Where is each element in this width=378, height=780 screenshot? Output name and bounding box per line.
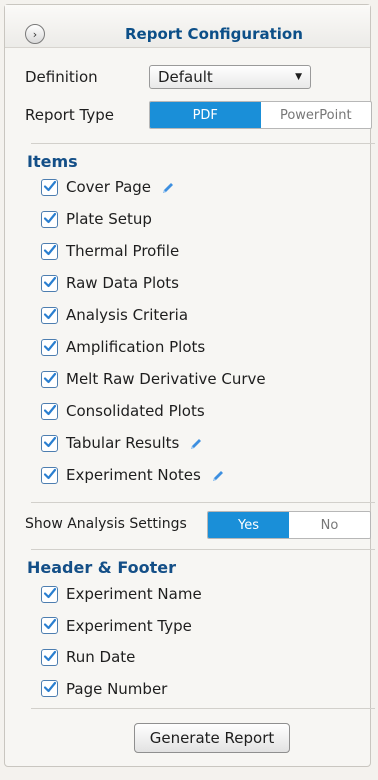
panel-header: › Report Configuration [5,5,370,48]
checklist-item[interactable]: Run Date [41,645,135,669]
checklist-item[interactable]: Thermal Profile [41,239,179,263]
check-icon [43,242,57,261]
check-icon [43,616,57,635]
panel-title: Report Configuration [125,25,303,43]
check-icon [43,178,57,197]
analysis-settings-toggle: Yes No [207,511,371,539]
checkbox[interactable] [41,680,58,697]
checklist-item[interactable]: Consolidated Plots [41,399,205,423]
divider [31,502,375,503]
checklist-item[interactable]: Raw Data Plots [41,271,179,295]
checkbox[interactable] [41,242,58,261]
pencil-icon[interactable] [189,436,203,450]
definition-label: Definition [25,68,98,86]
pencil-icon[interactable] [161,180,175,194]
checkbox[interactable] [41,210,58,229]
definition-select[interactable]: Default ▼ [149,65,311,89]
divider [31,549,375,550]
checklist-item-label: Tabular Results [66,434,180,452]
pencil-icon[interactable] [211,468,225,482]
checkbox[interactable] [41,402,58,421]
checkbox[interactable] [41,338,58,357]
checklist-item[interactable]: Melt Raw Derivative Curve [41,367,266,391]
checkbox[interactable] [41,585,58,604]
check-icon [43,370,57,389]
check-icon [43,466,57,485]
report-type-pdf-option[interactable]: PDF [150,102,261,128]
definition-value: Default [158,68,213,86]
checklist-item[interactable]: Page Number [41,677,167,701]
checklist-item[interactable]: Experiment Name [41,582,202,606]
items-heading: Items [27,152,78,171]
generate-report-button[interactable]: Generate Report [134,723,290,753]
checkbox[interactable] [41,617,58,634]
checklist-item[interactable]: Analysis Criteria [41,303,188,327]
chevron-down-icon: ▼ [295,72,302,82]
collapse-glyph: › [32,27,38,41]
check-icon [43,679,57,698]
checklist-item-label: Consolidated Plots [66,402,205,420]
checklist-item-label: Plate Setup [66,210,152,228]
analysis-settings-no-option[interactable]: No [289,512,370,538]
report-type-powerpoint-option[interactable]: PowerPoint [260,102,371,128]
checkbox[interactable] [41,274,58,293]
check-icon [43,585,57,604]
checklist-item-label: Experiment Name [66,585,202,603]
check-icon [43,648,57,667]
checklist-item-label: Run Date [66,648,136,666]
checklist-item-label: Amplification Plots [66,338,206,356]
checklist-item-label: Experiment Type [66,616,192,635]
checkbox[interactable] [41,370,58,389]
checklist-item-label: Raw Data Plots [66,274,179,292]
check-icon [43,338,57,357]
report-type-toggle: PDF PowerPoint [149,101,372,129]
check-icon [43,210,57,229]
report-configuration-panel: › Report Configuration Definition Defaul… [4,4,375,767]
checklist-item-label: Page Number [66,679,168,698]
checklist-item-label: Experiment Notes [66,466,201,484]
checklist-item[interactable]: Experiment Notes [41,463,225,487]
checkbox[interactable] [41,434,58,453]
checklist-item[interactable]: Tabular Results [41,431,203,455]
report-type-label: Report Type [25,106,114,124]
checkbox[interactable] [41,306,58,325]
checklist-item[interactable]: Cover Page [41,175,175,199]
checkbox[interactable] [41,178,58,197]
check-icon [43,434,57,453]
check-icon [43,402,57,421]
checklist-item-label: Analysis Criteria [66,306,189,324]
header-footer-heading: Header & Footer [27,558,176,577]
checklist-item[interactable]: Plate Setup [41,207,152,231]
check-icon [43,306,57,325]
checklist-item-label: Thermal Profile [66,242,180,260]
check-icon [43,274,57,293]
analysis-settings-yes-option[interactable]: Yes [208,512,289,538]
checklist-item[interactable]: Experiment Type [41,614,192,638]
analysis-settings-label: Show Analysis Settings [25,516,187,532]
checklist-item-label: Cover Page [66,178,152,196]
checklist-item[interactable]: Amplification Plots [41,335,205,359]
collapse-arrow-icon[interactable]: › [25,24,45,44]
checkbox[interactable] [41,648,58,667]
checklist-item-label: Melt Raw Derivative Curve [66,370,266,388]
divider [31,708,375,709]
divider [31,143,375,144]
checkbox[interactable] [41,466,58,485]
